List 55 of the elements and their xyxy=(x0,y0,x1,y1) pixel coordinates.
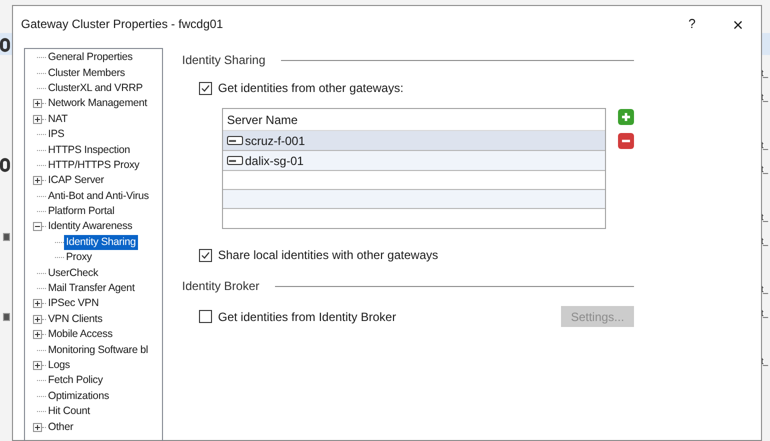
tree-item[interactable]: HTTP/HTTPS Proxy xyxy=(46,158,142,173)
checkbox-label: Share local identities with other gateways xyxy=(218,247,438,264)
add-button[interactable] xyxy=(618,109,634,125)
tree-item[interactable]: IPSec VPN xyxy=(46,296,101,312)
close-button[interactable]: × xyxy=(721,12,755,36)
tree-item[interactable]: VPN Clients xyxy=(46,312,104,327)
checkbox[interactable] xyxy=(199,310,212,323)
section-title: Identity Broker xyxy=(182,278,260,295)
expand-icon[interactable] xyxy=(33,330,42,340)
server-icon xyxy=(227,156,243,165)
tree-item[interactable]: Anti-Bot and Anti-Virus xyxy=(46,188,151,204)
server-name: scruz-f-001 xyxy=(245,132,306,150)
collapse-icon[interactable] xyxy=(33,222,42,232)
plus-icon xyxy=(621,112,631,122)
section-title: Identity Sharing xyxy=(182,52,266,69)
tree-item[interactable]: NAT xyxy=(46,112,70,127)
tree-item[interactable]: Identity Sharing xyxy=(64,234,138,250)
checkbox[interactable] xyxy=(199,82,212,94)
checkbox-label: Get identities from other gateways: xyxy=(218,80,404,97)
remove-button[interactable] xyxy=(618,133,634,149)
tree-item[interactable]: Proxy xyxy=(64,250,94,266)
expand-icon[interactable] xyxy=(33,99,42,108)
tree-item[interactable]: Logs xyxy=(46,358,72,373)
tree-item[interactable]: General Properties xyxy=(46,50,135,66)
tree-item[interactable]: Platform Portal xyxy=(46,204,116,220)
tree-item[interactable]: IPS xyxy=(46,127,66,142)
tree-item[interactable]: Other xyxy=(46,420,76,435)
tree-item[interactable]: UserCheck xyxy=(46,266,100,281)
window-title: Gateway Cluster Properties - fwcdg01 xyxy=(21,16,224,33)
tree-item[interactable]: Monitoring Software bl xyxy=(46,342,150,358)
expand-icon[interactable] xyxy=(33,299,42,308)
tree-item[interactable]: Mail Transfer Agent xyxy=(46,281,137,296)
tree-item[interactable]: Identity Awareness xyxy=(46,219,134,234)
tree-item[interactable]: ClusterXL and VRRP xyxy=(46,80,145,96)
help-button[interactable]: ? xyxy=(677,12,707,36)
server-name: dalix-sg-01 xyxy=(245,152,304,170)
tree-item[interactable]: Cluster Members xyxy=(46,66,127,81)
tree-item[interactable]: Fetch Policy xyxy=(46,373,105,388)
expand-icon[interactable] xyxy=(33,176,42,186)
tree-item[interactable]: Optimizations xyxy=(46,388,112,404)
table-row[interactable]: scruz-f-001 xyxy=(223,131,605,151)
tree-item[interactable]: Mobile Access xyxy=(46,327,115,342)
tree-item[interactable]: Network Management xyxy=(46,96,150,112)
tree-item[interactable]: Hit Count xyxy=(46,404,92,420)
expand-icon[interactable] xyxy=(33,422,42,432)
checkbox-label: Get identities from Identity Broker xyxy=(218,308,396,326)
expand-icon[interactable] xyxy=(33,114,42,124)
column-header: Server Name xyxy=(226,112,299,128)
checkbox[interactable] xyxy=(199,248,212,262)
server-icon xyxy=(227,136,243,145)
expand-icon[interactable] xyxy=(33,314,42,324)
table-row[interactable]: dalix-sg-01 xyxy=(223,151,605,171)
tree-item[interactable]: ICAP Server xyxy=(46,173,106,188)
expand-icon[interactable] xyxy=(33,361,42,370)
tree-item[interactable]: HTTPS Inspection xyxy=(46,142,132,158)
